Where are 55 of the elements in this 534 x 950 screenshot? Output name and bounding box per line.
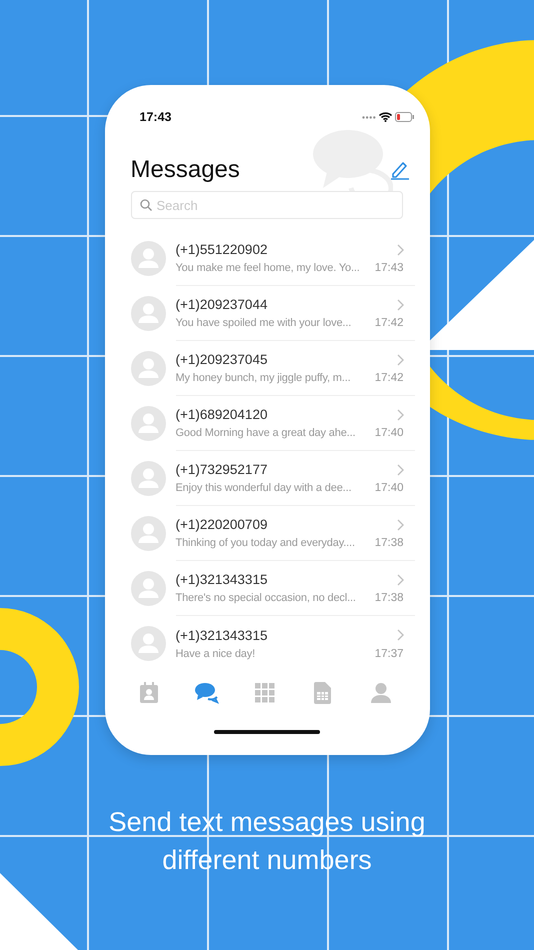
avatar-icon	[130, 241, 166, 276]
phone-number: (+1)551220902	[176, 242, 268, 257]
avatar-icon	[130, 626, 166, 661]
phone-number: (+1)220200709	[176, 517, 268, 532]
message-time: 17:42	[374, 317, 404, 329]
person-icon	[370, 683, 390, 703]
chevron-icon[interactable]	[396, 354, 404, 366]
chevron-icon[interactable]	[396, 629, 404, 641]
contact-card-icon	[138, 682, 158, 704]
tab-button[interactable]	[252, 681, 276, 705]
chevron-icon[interactable]	[396, 574, 404, 586]
message-time: 17:40	[374, 427, 404, 439]
phone-number: (+1)321343315	[176, 628, 268, 642]
message-preview: My honey bunch, my jiggle puffy, m...	[176, 372, 351, 384]
avatar-icon	[130, 516, 166, 551]
phone-number: (+1)689204120	[176, 407, 268, 422]
chevron-icon[interactable]	[396, 464, 404, 476]
message-time: 17:38	[374, 537, 404, 549]
phone-number: (+1)321343315	[176, 572, 268, 587]
wifi-icon	[378, 112, 392, 122]
message-time: 17:38	[374, 592, 404, 604]
avatar-icon	[130, 351, 166, 386]
screen-title: Messages	[130, 156, 240, 184]
message-preview: Have a nice day!	[176, 648, 256, 660]
search-icon	[140, 199, 152, 211]
phone-number: (+1)209237045	[176, 352, 268, 367]
battery-icon	[394, 112, 414, 122]
phone-number: (+1)732952177	[176, 462, 268, 477]
chevron-icon[interactable]	[396, 518, 404, 530]
message-time: 17:42	[374, 372, 404, 384]
message-time: 17:40	[374, 482, 404, 494]
status-time: 17:43	[140, 110, 172, 124]
tab-button[interactable]	[368, 681, 392, 705]
message-preview: Enjoy this wonderful day with a dee...	[176, 482, 352, 494]
chevron-icon[interactable]	[396, 244, 404, 256]
message-time: 17:43	[374, 262, 404, 274]
sim-card-icon	[314, 682, 331, 704]
message-preview: You have spoiled me with your love...	[176, 317, 352, 329]
chat-bubbles-icon	[194, 682, 218, 704]
grid-icon	[254, 683, 274, 703]
message-preview: Good Morning have a great day ahe...	[176, 427, 356, 439]
avatar-icon	[130, 406, 166, 441]
message-preview: Thinking of you today and everyday....	[176, 537, 355, 549]
message-time: 17:37	[374, 648, 404, 660]
message-preview: You make me feel home, my love. Yo...	[176, 262, 360, 274]
message-preview: There's no special occasion, no decl...	[176, 592, 356, 604]
tab-button[interactable]	[194, 681, 218, 705]
chevron-icon[interactable]	[396, 298, 404, 310]
compose-icon[interactable]	[390, 160, 410, 180]
avatar-icon	[130, 296, 166, 331]
signal-icon	[362, 116, 376, 118]
phone-number: (+1)209237044	[176, 297, 268, 312]
chevron-icon[interactable]	[396, 408, 404, 420]
avatar-icon	[130, 461, 166, 496]
avatar-icon	[130, 571, 166, 606]
